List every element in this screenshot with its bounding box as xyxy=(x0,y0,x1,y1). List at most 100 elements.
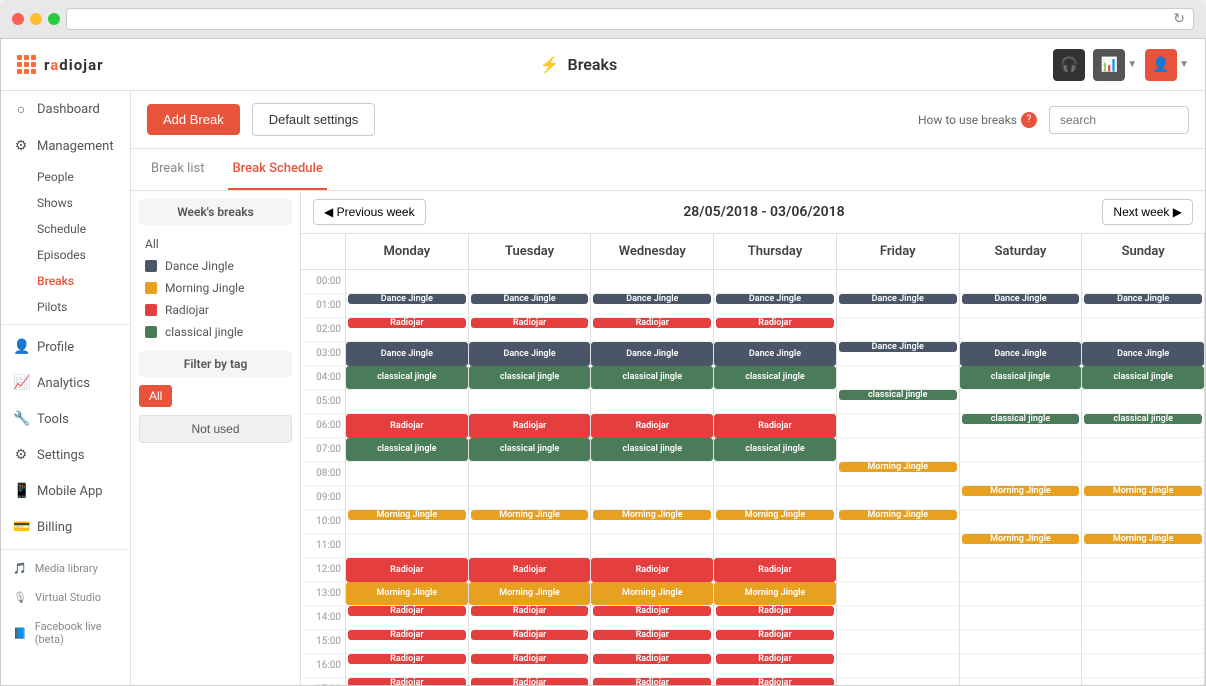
tue-03-dance[interactable]: Dance Jingle xyxy=(469,342,591,366)
thu-02[interactable]: Radiojar xyxy=(714,318,836,342)
wed-03-classical[interactable]: classical jingle xyxy=(591,366,713,390)
sidebar-item-billing[interactable]: 💳 Billing xyxy=(1,509,130,545)
tue-13-radiojar[interactable]: Radiojar xyxy=(471,654,589,664)
sat-03-dance[interactable]: Dance Jingle xyxy=(960,342,1082,366)
mon-12[interactable]: Radiojar xyxy=(346,630,468,654)
sidebar-item-management[interactable]: ⚙ Management xyxy=(1,128,130,164)
prev-week-button[interactable]: ◀ Previous week xyxy=(313,199,426,225)
wed-08-morning[interactable]: Morning Jingle xyxy=(593,510,711,520)
help-link[interactable]: How to use breaks ? xyxy=(918,112,1037,128)
wed-11-radiojar[interactable]: Radiojar xyxy=(593,606,711,616)
fri-01[interactable]: Dance Jingle xyxy=(837,294,959,318)
tue-08-morning[interactable]: Morning Jingle xyxy=(471,510,589,520)
mon-14-radiojar[interactable]: Radiojar xyxy=(348,678,466,685)
sat-10[interactable]: Morning Jingle xyxy=(960,534,1082,558)
wed-10-morning[interactable]: Morning Jingle xyxy=(591,582,713,606)
next-week-button[interactable]: Next week ▶ xyxy=(1102,199,1193,225)
thu-10-radiojar[interactable]: Radiojar xyxy=(714,558,836,582)
sun-01-dance[interactable]: Dance Jingle xyxy=(1084,294,1202,304)
fri-03-dance[interactable]: Dance Jingle xyxy=(839,342,957,352)
fri-01-dance[interactable]: Dance Jingle xyxy=(839,294,957,304)
tue-14-radiojar[interactable]: Radiojar xyxy=(471,678,589,685)
tue-10-morning[interactable]: Morning Jingle xyxy=(469,582,591,606)
tue-10-radiojar[interactable]: Radiojar xyxy=(469,558,591,582)
not-used-button[interactable]: Not used xyxy=(139,415,292,443)
tue-08[interactable]: Morning Jingle xyxy=(469,510,591,534)
wed-14[interactable]: Radiojar xyxy=(591,678,713,685)
tue-10[interactable]: Radiojar Morning Jingle xyxy=(469,558,591,606)
thu-01[interactable]: Dance Jingle xyxy=(714,294,836,318)
sun-05[interactable]: classical jingle xyxy=(1082,414,1204,438)
filter-radiojar[interactable]: Radiojar xyxy=(139,299,292,321)
wed-01[interactable]: Dance Jingle xyxy=(591,294,713,318)
tue-12-radiojar[interactable]: Radiojar xyxy=(471,630,589,640)
sidebar-item-media-library[interactable]: 🎵 Media library xyxy=(1,554,130,583)
wed-05-classical[interactable]: classical jingle xyxy=(591,438,713,462)
tab-break-list[interactable]: Break list xyxy=(147,149,208,190)
sun-08-morning[interactable]: Morning Jingle xyxy=(1084,486,1202,496)
mon-05-classical[interactable]: classical jingle xyxy=(346,438,468,462)
thu-10[interactable]: Radiojar Morning Jingle xyxy=(714,558,836,606)
close-btn[interactable] xyxy=(12,13,24,25)
thu-11[interactable]: Radiojar xyxy=(714,606,836,630)
thu-13-radiojar[interactable]: Radiojar xyxy=(716,654,834,664)
wed-02[interactable]: Radiojar xyxy=(591,318,713,342)
mon-10[interactable]: Radiojar Morning Jingle xyxy=(346,558,468,606)
mon-03-dance[interactable]: Dance Jingle xyxy=(346,342,468,366)
mon-08[interactable]: Morning Jingle xyxy=(346,510,468,534)
thu-08[interactable]: Morning Jingle xyxy=(714,510,836,534)
search-input[interactable] xyxy=(1049,106,1189,134)
sat-03-classical[interactable]: classical jingle xyxy=(960,366,1082,390)
tag-all-button[interactable]: All xyxy=(139,385,172,407)
thu-03-dance[interactable]: Dance Jingle xyxy=(714,342,836,366)
wed-05[interactable]: Radiojar classical jingle xyxy=(591,414,713,462)
sun-10[interactable]: Morning Jingle xyxy=(1082,534,1204,558)
thu-10-morning[interactable]: Morning Jingle xyxy=(714,582,836,606)
mon-02[interactable]: Radiojar xyxy=(346,318,468,342)
chart-dropdown[interactable]: 📊 ▼ xyxy=(1093,49,1137,81)
fri-05[interactable]: classical jingle xyxy=(837,390,959,414)
tue-12[interactable]: Radiojar xyxy=(469,630,591,654)
fri-08[interactable]: Morning Jingle xyxy=(837,462,959,486)
mon-10-morning[interactable]: Morning Jingle xyxy=(346,582,468,606)
sun-03-classical[interactable]: classical jingle xyxy=(1082,366,1204,390)
sat-01-dance[interactable]: Dance Jingle xyxy=(962,294,1080,304)
tue-02[interactable]: Radiojar xyxy=(469,318,591,342)
mon-05-radiojar[interactable]: Radiojar xyxy=(346,414,468,438)
thu-14-radiojar[interactable]: Radiojar xyxy=(716,678,834,685)
wed-11[interactable]: Radiojar xyxy=(591,606,713,630)
sun-10-morning[interactable]: Morning Jingle xyxy=(1084,534,1202,544)
tue-05-classical[interactable]: classical jingle xyxy=(469,438,591,462)
sidebar-item-profile[interactable]: 👤 Profile xyxy=(1,329,130,365)
filter-morning-jingle[interactable]: Morning Jingle xyxy=(139,277,292,299)
tue-03[interactable]: Dance Jingle classical jingle xyxy=(469,342,591,390)
sat-10-morning[interactable]: Morning Jingle xyxy=(962,534,1080,544)
thu-02-radiojar[interactable]: Radiojar xyxy=(716,318,834,328)
thu-05[interactable]: Radiojar classical jingle xyxy=(714,414,836,462)
sun-03[interactable]: Dance Jingle classical jingle xyxy=(1082,342,1204,390)
sun-03-dance[interactable]: Dance Jingle xyxy=(1082,342,1204,366)
add-break-button[interactable]: Add Break xyxy=(147,104,240,135)
thu-01-dance[interactable]: Dance Jingle xyxy=(716,294,834,304)
tue-13[interactable]: Radiojar xyxy=(469,654,591,678)
user-avatar-button[interactable]: 👤 xyxy=(1145,49,1177,81)
wed-14-radiojar[interactable]: Radiojar xyxy=(593,678,711,685)
wed-08[interactable]: Morning Jingle xyxy=(591,510,713,534)
thu-14[interactable]: Radiojar xyxy=(714,678,836,685)
sidebar-item-episodes[interactable]: Episodes xyxy=(1,242,130,268)
sat-01[interactable]: Dance Jingle xyxy=(960,294,1082,318)
tue-03-classical[interactable]: classical jingle xyxy=(469,366,591,390)
tab-break-schedule[interactable]: Break Schedule xyxy=(228,149,326,190)
maximize-btn[interactable] xyxy=(48,13,60,25)
mon-01[interactable]: Dance Jingle xyxy=(346,294,468,318)
fri-03[interactable]: Dance Jingle xyxy=(837,342,959,366)
sidebar-item-tools[interactable]: 🔧 Tools xyxy=(1,401,130,437)
thu-03[interactable]: Dance Jingle classical jingle xyxy=(714,342,836,390)
sidebar-item-people[interactable]: People xyxy=(1,164,130,190)
tue-01[interactable]: Dance Jingle xyxy=(469,294,591,318)
sidebar-item-breaks[interactable]: Breaks xyxy=(1,268,130,294)
thu-12-radiojar[interactable]: Radiojar xyxy=(716,630,834,640)
minimize-btn[interactable] xyxy=(30,13,42,25)
tue-11-radiojar[interactable]: Radiojar xyxy=(471,606,589,616)
sun-05-classical[interactable]: classical jingle xyxy=(1084,414,1202,424)
